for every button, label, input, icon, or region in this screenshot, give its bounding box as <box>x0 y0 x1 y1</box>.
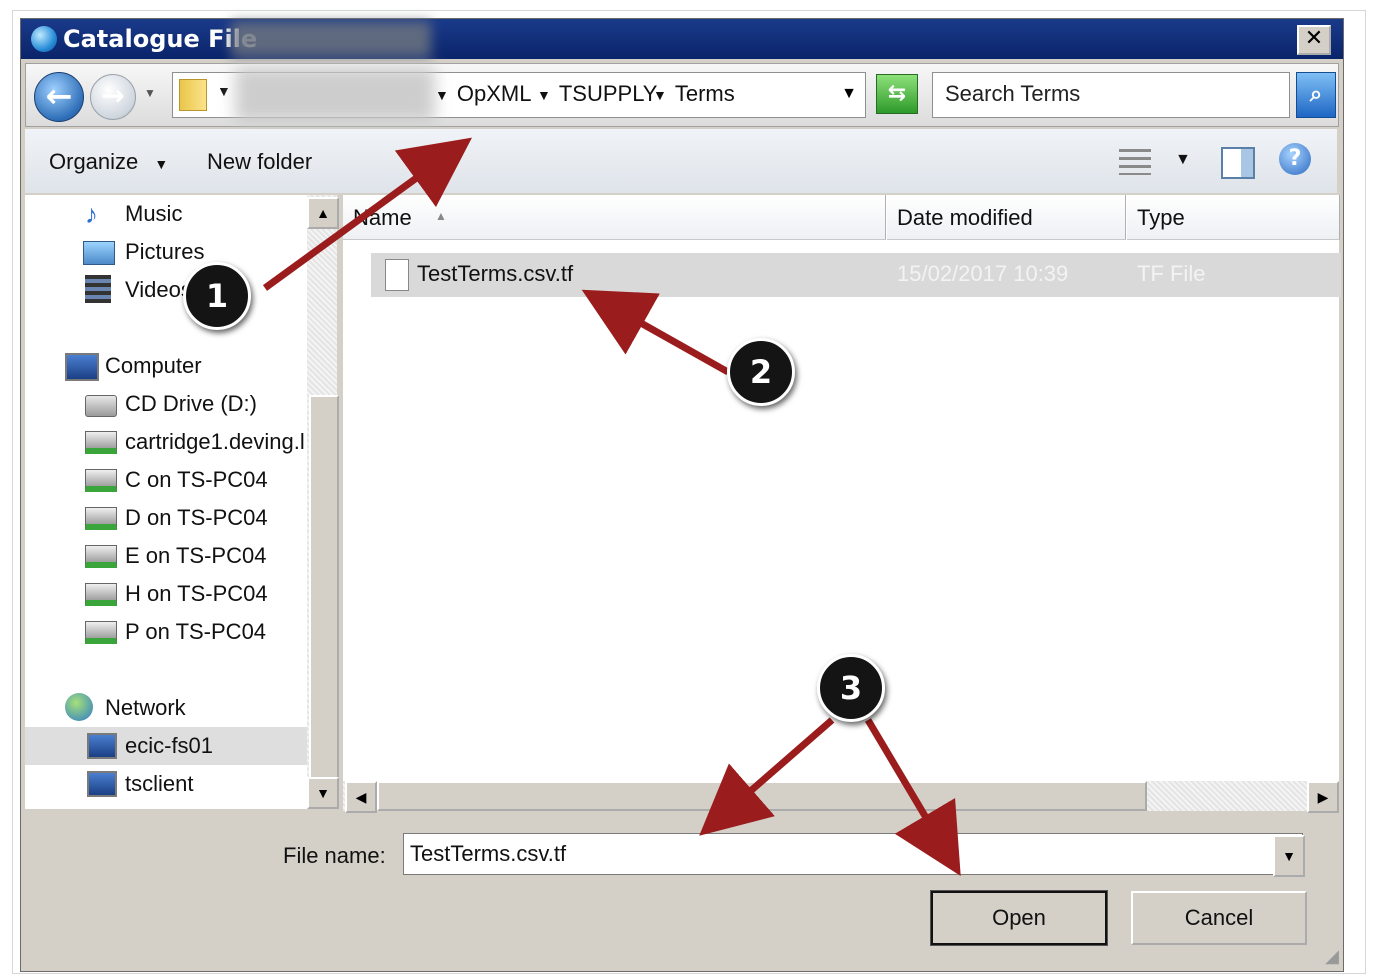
arrow-1 <box>262 137 472 291</box>
callout-2: 2 <box>727 338 795 406</box>
annotation-arrows <box>262 137 961 877</box>
arrow-3-open <box>864 718 961 877</box>
callout-1: 1 <box>183 262 251 330</box>
arrow-2 <box>581 289 730 376</box>
arrow-3-field <box>699 717 835 836</box>
callout-3: 3 <box>817 654 885 722</box>
